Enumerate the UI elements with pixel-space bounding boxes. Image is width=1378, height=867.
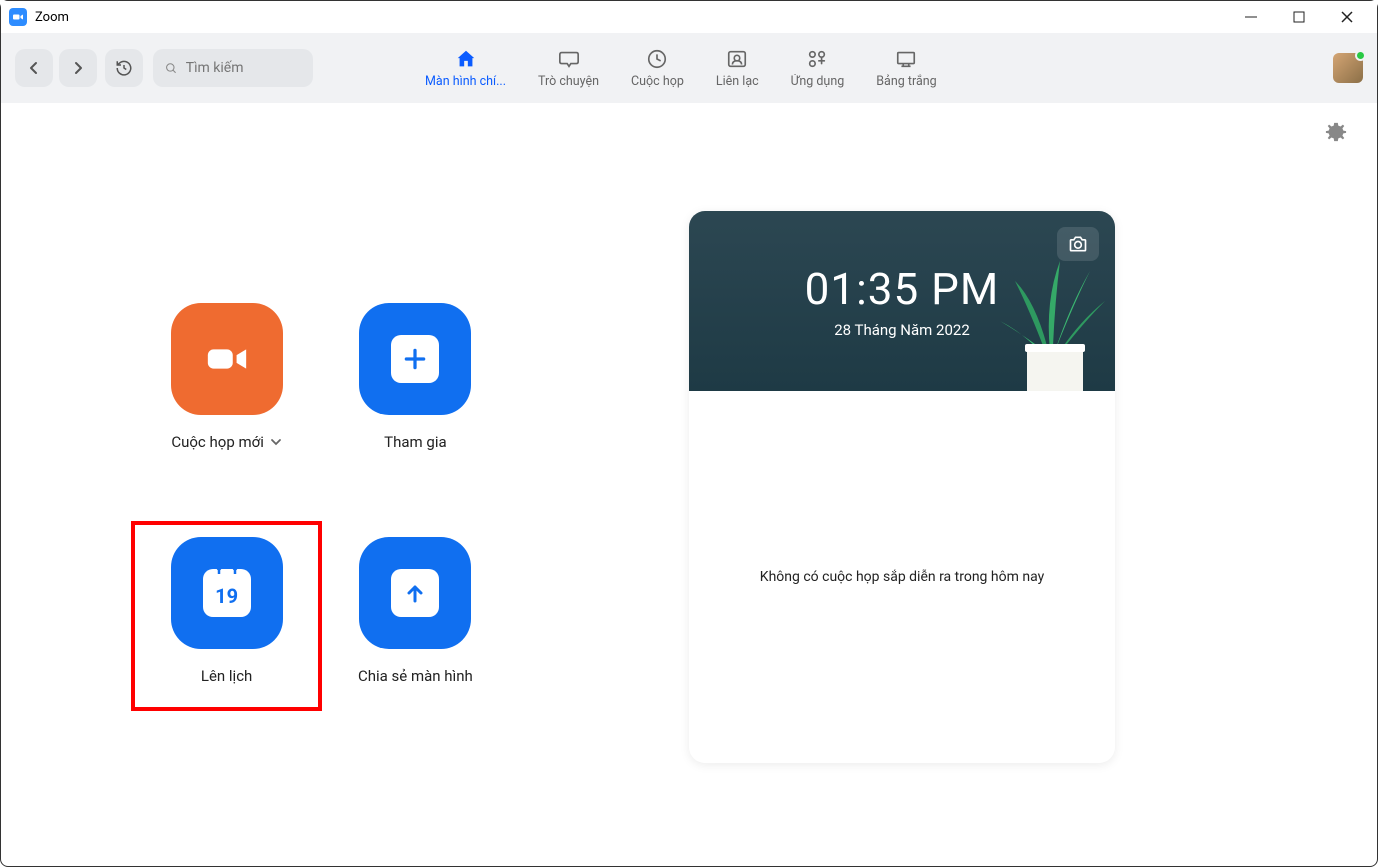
app-title: Zoom — [35, 10, 69, 25]
tab-whiteboard[interactable]: Bảng trắng — [860, 47, 952, 89]
schedule-action: 19 Lên lịch — [169, 537, 284, 685]
arrow-up-icon — [391, 569, 439, 617]
join-button[interactable] — [359, 303, 471, 415]
tab-contacts[interactable]: Liên lạc — [700, 47, 775, 89]
toolbar: Màn hình chí... Trò chuyện Cuộc họp Liên… — [1, 33, 1377, 103]
titlebar: Zoom — [1, 1, 1377, 33]
close-button[interactable] — [1337, 7, 1357, 27]
calendar-icon: 19 — [203, 569, 251, 617]
forward-button[interactable] — [59, 49, 97, 87]
chat-icon — [557, 47, 581, 71]
share-screen-action: Chia sẻ màn hình — [358, 537, 473, 685]
date-display: 28 Tháng Năm 2022 — [834, 321, 970, 339]
share-screen-button[interactable] — [359, 537, 471, 649]
tab-home[interactable]: Màn hình chí... — [409, 47, 522, 89]
new-meeting-button[interactable] — [171, 303, 283, 415]
calendar-header: 01:35 PM 28 Tháng Năm 2022 — [689, 211, 1115, 391]
time-display: 01:35 PM — [805, 263, 1000, 315]
join-label: Tham gia — [384, 433, 446, 451]
search-box[interactable] — [153, 49, 313, 87]
search-input[interactable] — [186, 60, 301, 76]
tab-chat[interactable]: Trò chuyện — [522, 47, 615, 89]
calendar-panel: 01:35 PM 28 Tháng Năm 2022 Không có cuộc… — [689, 211, 1115, 866]
plus-icon — [391, 335, 439, 383]
calendar-body: Không có cuộc họp sắp diễn ra trong hôm … — [689, 391, 1115, 763]
chevron-down-icon — [270, 436, 282, 448]
back-button[interactable] — [15, 49, 53, 87]
zoom-app-icon — [9, 8, 27, 26]
search-icon — [165, 61, 178, 76]
no-meeting-text: Không có cuộc họp sắp diễn ra trong hôm … — [760, 569, 1044, 585]
home-icon — [454, 47, 478, 71]
new-meeting-action: Cuộc họp mới — [169, 303, 284, 451]
avatar[interactable] — [1333, 53, 1363, 83]
clock-icon — [645, 47, 669, 71]
actions-panel: Cuộc họp mới Tham gia 1 — [1, 103, 641, 866]
presence-indicator — [1355, 50, 1366, 61]
minimize-button[interactable] — [1241, 7, 1261, 27]
maximize-button[interactable] — [1289, 7, 1309, 27]
tab-apps[interactable]: Ứng dụng — [775, 47, 861, 89]
history-button[interactable] — [105, 49, 143, 87]
apps-icon — [805, 47, 829, 71]
tab-meetings[interactable]: Cuộc họp — [615, 47, 700, 89]
whiteboard-icon — [894, 47, 918, 71]
settings-button[interactable] — [1325, 121, 1347, 147]
new-meeting-label[interactable]: Cuộc họp mới — [171, 433, 282, 451]
contacts-icon — [725, 47, 749, 71]
join-action: Tham gia — [358, 303, 473, 451]
plant-decoration — [985, 251, 1115, 391]
video-icon — [204, 336, 250, 382]
share-screen-label: Chia sẻ màn hình — [358, 667, 473, 685]
